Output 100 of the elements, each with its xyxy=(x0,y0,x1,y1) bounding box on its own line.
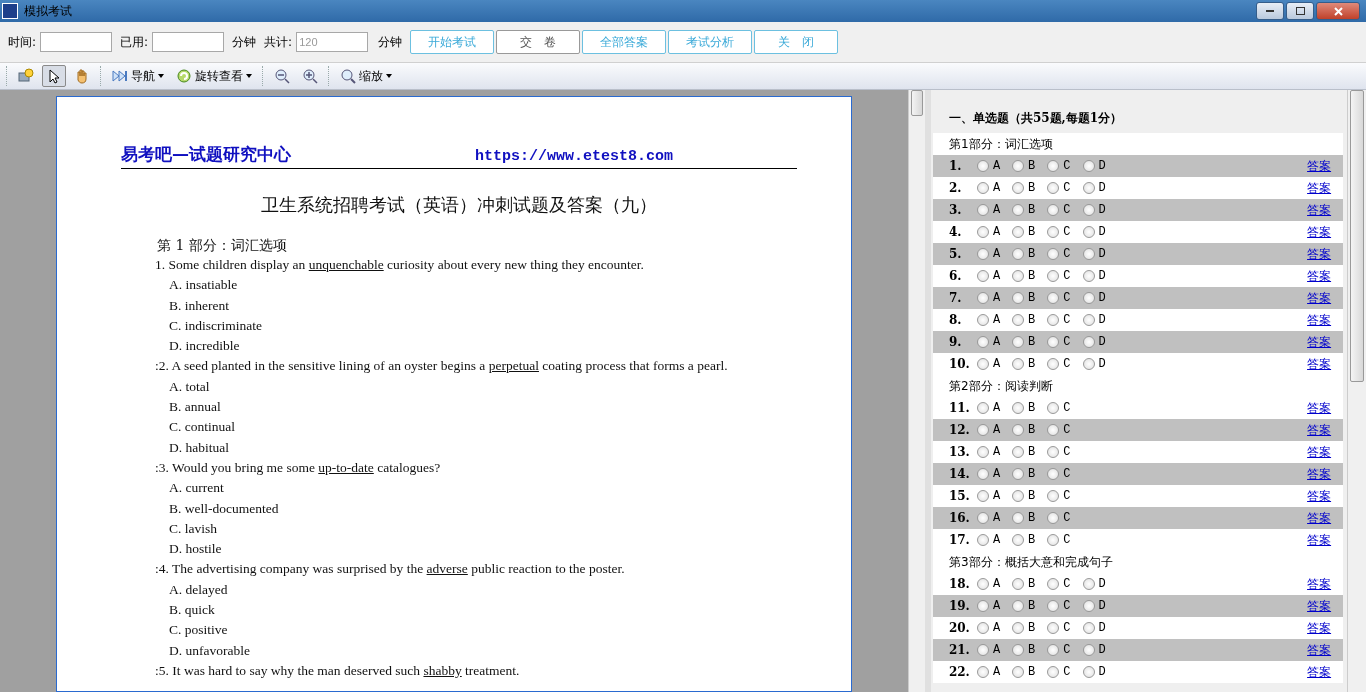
radio-button[interactable] xyxy=(1082,248,1095,260)
radio-button[interactable] xyxy=(1012,468,1025,480)
scrollbar[interactable] xyxy=(908,90,925,692)
radio-button[interactable] xyxy=(1012,622,1025,634)
radio-button[interactable] xyxy=(1047,292,1060,304)
answer-link[interactable]: 答案 xyxy=(1307,531,1332,549)
radio-button[interactable] xyxy=(1082,270,1095,282)
radio-button[interactable] xyxy=(1082,160,1095,172)
toolbar-menu-button[interactable]: 旋转查看 xyxy=(172,65,256,87)
answer-link[interactable]: 答案 xyxy=(1307,575,1332,593)
answer-link[interactable]: 答案 xyxy=(1307,179,1332,197)
radio-button[interactable] xyxy=(976,622,989,634)
radio-button[interactable] xyxy=(976,270,989,282)
radio-button[interactable] xyxy=(1082,358,1095,370)
radio-button[interactable] xyxy=(1012,446,1025,458)
answer-link[interactable]: 答案 xyxy=(1307,157,1332,175)
radio-button[interactable] xyxy=(1047,160,1060,172)
radio-button[interactable] xyxy=(1082,226,1095,238)
radio-button[interactable] xyxy=(1012,204,1025,216)
radio-button[interactable] xyxy=(1082,600,1095,612)
scrollbar[interactable] xyxy=(1347,90,1366,692)
radio-button[interactable] xyxy=(976,468,989,480)
radio-button[interactable] xyxy=(1012,358,1025,370)
answer-link[interactable]: 答案 xyxy=(1307,465,1332,483)
radio-button[interactable] xyxy=(1012,578,1025,590)
time-field[interactable] xyxy=(40,32,113,52)
radio-button[interactable] xyxy=(1012,402,1025,414)
radio-button[interactable] xyxy=(976,490,989,502)
answer-link[interactable]: 答案 xyxy=(1307,443,1332,461)
radio-button[interactable] xyxy=(1047,336,1060,348)
answer-link[interactable]: 答案 xyxy=(1307,311,1332,329)
radio-button[interactable] xyxy=(1082,666,1095,678)
radio-button[interactable] xyxy=(976,600,989,612)
radio-button[interactable] xyxy=(1047,248,1060,260)
used-field[interactable] xyxy=(152,32,225,52)
radio-button[interactable] xyxy=(1012,226,1025,238)
radio-button[interactable] xyxy=(1012,182,1025,194)
total-field[interactable]: 120 xyxy=(296,32,369,52)
radio-button[interactable] xyxy=(1012,270,1025,282)
radio-button[interactable] xyxy=(1047,270,1060,282)
radio-button[interactable] xyxy=(1047,644,1060,656)
radio-button[interactable] xyxy=(1082,644,1095,656)
answer-link[interactable]: 答案 xyxy=(1307,619,1332,637)
radio-button[interactable] xyxy=(1012,666,1025,678)
answer-link[interactable]: 答案 xyxy=(1307,223,1332,241)
radio-button[interactable] xyxy=(1047,534,1060,546)
radio-button[interactable] xyxy=(976,160,989,172)
radio-button[interactable] xyxy=(1047,402,1060,414)
answer-link[interactable]: 答案 xyxy=(1307,509,1332,527)
radio-button[interactable] xyxy=(976,534,989,546)
radio-button[interactable] xyxy=(976,402,989,414)
toolbar-menu-button[interactable]: 缩放 xyxy=(336,65,396,87)
radio-button[interactable] xyxy=(1012,534,1025,546)
radio-button[interactable] xyxy=(1047,314,1060,326)
radio-button[interactable] xyxy=(1047,226,1060,238)
answer-link[interactable]: 答案 xyxy=(1307,597,1332,615)
close-button[interactable] xyxy=(1316,2,1360,20)
radio-button[interactable] xyxy=(1047,358,1060,370)
radio-button[interactable] xyxy=(1082,292,1095,304)
answer-link[interactable]: 答案 xyxy=(1307,245,1332,263)
radio-button[interactable] xyxy=(1082,204,1095,216)
radio-button[interactable] xyxy=(1082,336,1095,348)
radio-button[interactable] xyxy=(976,358,989,370)
answer-link[interactable]: 答案 xyxy=(1307,641,1332,659)
radio-button[interactable] xyxy=(1082,578,1095,590)
minimize-button[interactable] xyxy=(1256,2,1284,20)
radio-button[interactable] xyxy=(976,424,989,436)
radio-button[interactable] xyxy=(976,644,989,656)
radio-button[interactable] xyxy=(976,336,989,348)
radio-button[interactable] xyxy=(976,204,989,216)
radio-button[interactable] xyxy=(976,512,989,524)
radio-button[interactable] xyxy=(976,666,989,678)
answer-link[interactable]: 答案 xyxy=(1307,399,1332,417)
radio-button[interactable] xyxy=(1012,292,1025,304)
radio-button[interactable] xyxy=(976,446,989,458)
radio-button[interactable] xyxy=(1047,204,1060,216)
radio-button[interactable] xyxy=(1012,512,1025,524)
radio-button[interactable] xyxy=(1047,424,1060,436)
maximize-button[interactable] xyxy=(1286,2,1314,20)
radio-button[interactable] xyxy=(976,248,989,260)
radio-button[interactable] xyxy=(1047,490,1060,502)
radio-button[interactable] xyxy=(976,292,989,304)
radio-button[interactable] xyxy=(1047,578,1060,590)
radio-button[interactable] xyxy=(1082,182,1095,194)
radio-button[interactable] xyxy=(976,226,989,238)
radio-button[interactable] xyxy=(1012,248,1025,260)
radio-button[interactable] xyxy=(1012,160,1025,172)
answer-link[interactable]: 答案 xyxy=(1307,355,1332,373)
toolbar-menu-button[interactable]: 导航 xyxy=(108,65,168,87)
radio-button[interactable] xyxy=(1047,512,1060,524)
radio-button[interactable] xyxy=(1047,446,1060,458)
answer-link[interactable]: 答案 xyxy=(1307,267,1332,285)
radio-button[interactable] xyxy=(1047,622,1060,634)
radio-button[interactable] xyxy=(1047,468,1060,480)
answer-link[interactable]: 答案 xyxy=(1307,421,1332,439)
radio-button[interactable] xyxy=(976,578,989,590)
radio-button[interactable] xyxy=(1012,600,1025,612)
answer-link[interactable]: 答案 xyxy=(1307,487,1332,505)
answer-link[interactable]: 答案 xyxy=(1307,333,1332,351)
radio-button[interactable] xyxy=(1012,490,1025,502)
